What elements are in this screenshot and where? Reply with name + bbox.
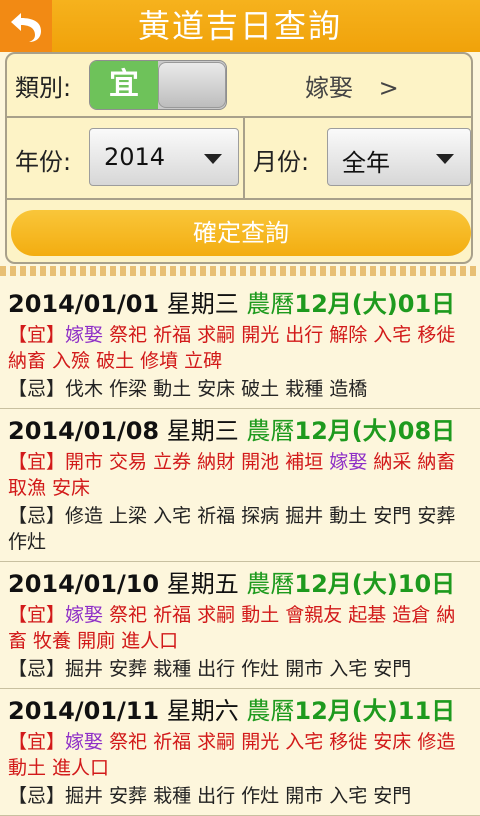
month-spinner[interactable]: 全年 bbox=[327, 128, 471, 186]
yi-activities: 【宜】開市 交易 立券 納財 開池 補垣 嫁娶 納采 納畜 取漁 安床 bbox=[8, 451, 456, 499]
entry-date: 2014/01/01 bbox=[8, 290, 160, 318]
lunar-date: 農曆12月(大)10日 bbox=[246, 570, 456, 598]
ji-activities: 【忌】掘井 安葬 栽種 出行 作灶 開市 入宅 安門 bbox=[8, 658, 412, 680]
decorative-divider bbox=[0, 266, 480, 276]
chevron-right-icon: > bbox=[378, 74, 399, 102]
entry-weekday: 星期三 bbox=[166, 417, 239, 445]
entry-date: 2014/01/11 bbox=[8, 697, 160, 725]
toggle-on-label: 宜 bbox=[90, 61, 158, 109]
month-value: 全年 bbox=[342, 149, 390, 177]
ji-activities: 【忌】掘井 安葬 栽種 出行 作灶 開市 入宅 安門 bbox=[8, 785, 412, 807]
year-label: 年份: bbox=[15, 148, 72, 176]
query-panel: 類別: 宜 嫁娶 > 年份: 2014 月份: 全年 確定查詢 bbox=[5, 52, 473, 264]
lunar-date: 農曆12月(大)11日 bbox=[246, 697, 456, 725]
year-value: 2014 bbox=[104, 143, 166, 171]
month-label: 月份: bbox=[253, 148, 310, 176]
yi-activities: 【宜】嫁娶 祭祀 祈福 求嗣 開光 出行 解除 入宅 移徙 納畜 入殮 破土 修… bbox=[8, 324, 456, 372]
list-item[interactable]: 2014/01/08 星期三 農曆12月(大)08日 【宜】開市 交易 立券 納… bbox=[0, 409, 480, 562]
page-title: 黃道吉日查詢 bbox=[137, 7, 342, 45]
ji-activities: 【忌】伐木 作梁 動土 安床 破土 栽種 造橋 bbox=[8, 378, 368, 400]
toggle-knob[interactable] bbox=[158, 62, 226, 108]
category-row: 類別: 宜 嫁娶 > bbox=[7, 54, 471, 118]
yi-activities: 【宜】嫁娶 祭祀 祈福 求嗣 開光 入宅 移徙 安床 修造 動土 進人口 bbox=[8, 731, 456, 779]
highlight-activity: 嫁娶 bbox=[65, 324, 104, 346]
yi-ji-toggle[interactable]: 宜 bbox=[89, 60, 227, 110]
ji-activities: 【忌】修造 上梁 入宅 祈福 探病 掘井 動土 安門 安葬 作灶 bbox=[8, 505, 456, 553]
year-spinner[interactable]: 2014 bbox=[89, 128, 239, 186]
dropdown-caret-icon bbox=[204, 154, 222, 164]
entry-weekday: 星期六 bbox=[166, 697, 239, 725]
yi-activities: 【宜】嫁娶 祭祀 祈福 求嗣 動土 會親友 起基 造倉 納畜 牧養 開廁 進人口 bbox=[8, 604, 456, 652]
list-item[interactable]: 2014/01/01 星期三 農曆12月(大)01日 【宜】嫁娶 祭祀 祈福 求… bbox=[0, 282, 480, 409]
date-row: 年份: 2014 月份: 全年 bbox=[7, 118, 471, 200]
entry-header: 2014/01/01 星期三 農曆12月(大)01日 bbox=[8, 286, 472, 322]
confirm-query-button[interactable]: 確定查詢 bbox=[11, 210, 471, 256]
entry-date: 2014/01/08 bbox=[8, 417, 160, 445]
category-label: 類別: bbox=[15, 74, 72, 102]
list-item[interactable]: 2014/01/11 星期六 農曆12月(大)11日 【宜】嫁娶 祭祀 祈福 求… bbox=[0, 689, 480, 816]
result-list[interactable]: 2014/01/01 星期三 農曆12月(大)01日 【宜】嫁娶 祭祀 祈福 求… bbox=[0, 282, 480, 816]
list-item[interactable]: 2014/01/10 星期五 農曆12月(大)10日 【宜】嫁娶 祭祀 祈福 求… bbox=[0, 562, 480, 689]
entry-header: 2014/01/08 星期三 農曆12月(大)08日 bbox=[8, 413, 472, 449]
category-selector[interactable]: 嫁娶 > bbox=[305, 68, 399, 103]
dropdown-caret-icon bbox=[436, 154, 454, 164]
entry-date: 2014/01/10 bbox=[8, 570, 160, 598]
highlight-activity: 嫁娶 bbox=[65, 604, 104, 626]
column-divider bbox=[243, 118, 245, 198]
highlight-activity: 嫁娶 bbox=[329, 451, 368, 473]
highlight-activity: 嫁娶 bbox=[65, 731, 104, 753]
category-value: 嫁娶 bbox=[305, 74, 353, 102]
lunar-date: 農曆12月(大)08日 bbox=[246, 417, 456, 445]
lunar-date: 農曆12月(大)01日 bbox=[246, 290, 456, 318]
entry-weekday: 星期五 bbox=[166, 570, 239, 598]
entry-header: 2014/01/10 星期五 農曆12月(大)10日 bbox=[8, 566, 472, 602]
entry-weekday: 星期三 bbox=[166, 290, 239, 318]
title-bar: 黃道吉日查詢 bbox=[0, 0, 480, 52]
entry-header: 2014/01/11 星期六 農曆12月(大)11日 bbox=[8, 693, 472, 729]
